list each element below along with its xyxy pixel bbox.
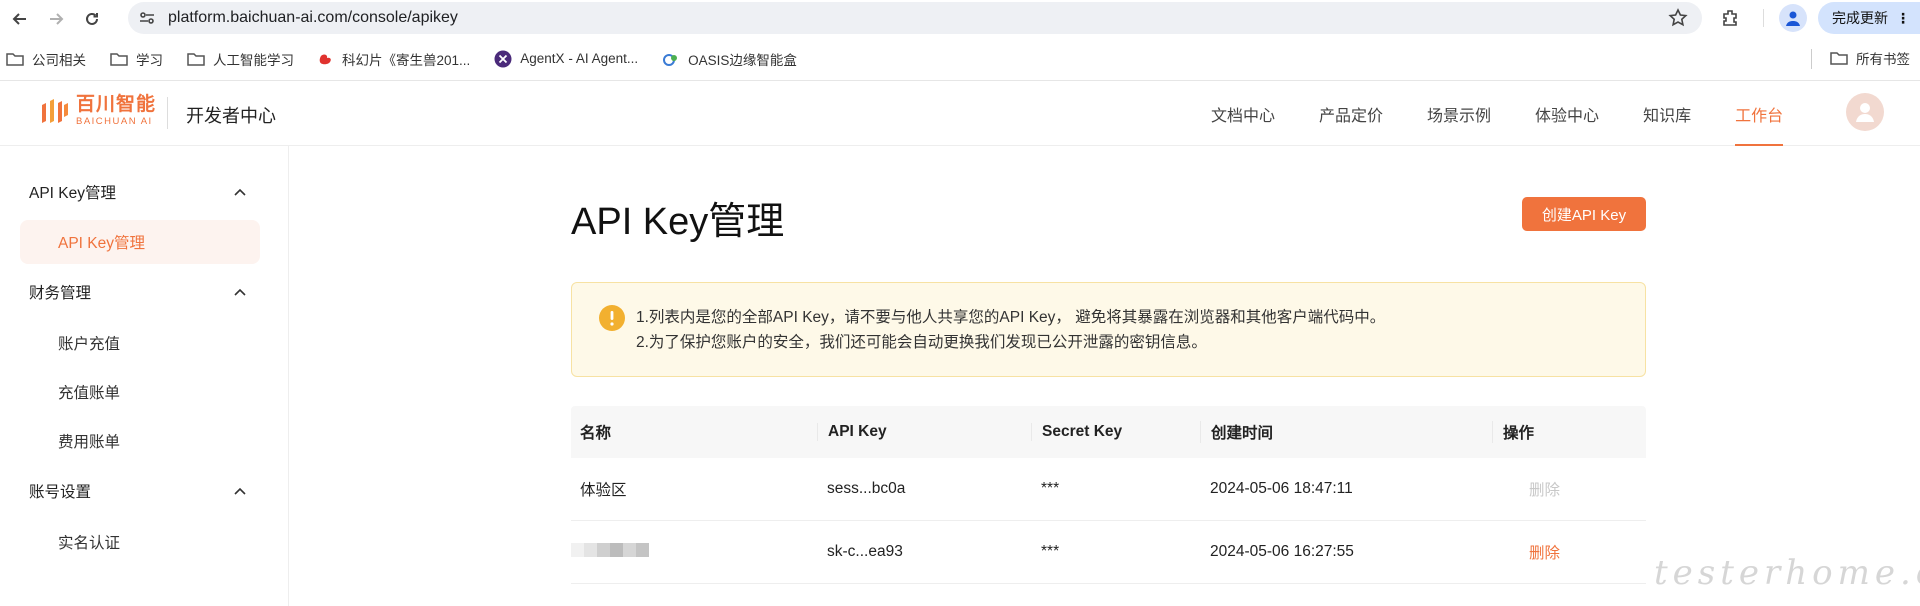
bookmarks-bar: 公司相关 学习 人工智能学习 科幻片《寄生兽201... AgentX - AI… — [0, 37, 1920, 81]
sidebar-item-apikey[interactable]: API Key管理 — [20, 220, 260, 264]
cell-created: 2024-05-06 18:47:11 — [1210, 480, 1353, 497]
nav-knowledge[interactable]: 知识库 — [1643, 81, 1691, 146]
col-name: 名称 — [580, 425, 612, 442]
bookmark-star-icon[interactable] — [1668, 8, 1688, 28]
logo-mark-icon — [42, 99, 68, 123]
sidebar-item-expense-bill[interactable]: 费用账单 — [0, 416, 288, 465]
forward-icon[interactable] — [38, 1, 74, 37]
cell-secret: *** — [1041, 480, 1060, 497]
profile-icon[interactable] — [1779, 4, 1807, 32]
nav-workbench[interactable]: 工作台 — [1735, 81, 1784, 146]
update-label: 完成更新 — [1832, 10, 1888, 26]
extensions-icon[interactable] — [1720, 7, 1742, 29]
table-row: sk-c...ea93 *** 2024-05-06 16:27:55 删除 — [571, 521, 1646, 584]
notice-box: 1.列表内是您的全部API Key，请不要与他人共享您的API Key， 避免将… — [571, 282, 1646, 377]
sidebar-group-finance[interactable]: 财务管理 — [0, 266, 288, 318]
sidebar-item-verification[interactable]: 实名认证 — [0, 517, 288, 566]
cell-created: 2024-05-06 16:27:55 — [1210, 543, 1354, 560]
oasis-icon — [663, 53, 678, 66]
user-icon — [1856, 103, 1874, 122]
logo-divider — [167, 97, 168, 129]
folder-icon — [6, 52, 24, 66]
bookmark-folder[interactable]: 人工智能学习 — [187, 49, 294, 69]
url-text[interactable]: platform.baichuan-ai.com/console/apikey — [168, 9, 458, 27]
dev-center-title: 开发者中心 — [186, 106, 276, 126]
bookmark-label: 公司相关 — [32, 52, 86, 68]
col-secret: Secret Key — [1031, 423, 1200, 441]
col-action: 操作 — [1492, 421, 1646, 443]
cell-secret: *** — [1041, 543, 1060, 560]
main-content: API Key管理 创建API Key 1.列表内是您的全部API Key，请不… — [289, 146, 1920, 606]
delete-button[interactable]: 删除 — [1502, 482, 1560, 499]
folder-icon — [110, 52, 128, 66]
cell-apikey: sk-c...ea93 — [827, 543, 903, 560]
bookmark-label: 科幻片《寄生兽201... — [342, 52, 471, 68]
table-row: 体验区 sess...bc0a *** 2024-05-06 18:47:11 … — [571, 458, 1646, 521]
nav-docs[interactable]: 文档中心 — [1211, 81, 1275, 146]
reload-icon[interactable] — [74, 1, 110, 37]
more-icon[interactable]: ⋮ — [1896, 10, 1910, 27]
sidebar-group-account[interactable]: 账号设置 — [0, 465, 288, 517]
cell-apikey: sess...bc0a — [827, 480, 906, 497]
bookmark-label: AgentX - AI Agent... — [520, 51, 639, 66]
bookmark-label: 人工智能学习 — [213, 52, 294, 68]
all-bookmarks[interactable]: 所有书签 — [1830, 48, 1910, 68]
weibo-icon — [319, 54, 331, 64]
nav-pricing[interactable]: 产品定价 — [1319, 81, 1383, 146]
sidebar: API Key管理 API Key管理 财务管理 账户充值 充值账单 费用账单 … — [0, 146, 289, 606]
col-created: 创建时间 — [1200, 421, 1492, 443]
site-header: 百川智能 BAICHUAN AI 开发者中心 文档中心 产品定价 场景示例 体验… — [0, 81, 1920, 146]
create-apikey-button[interactable]: 创建API Key — [1522, 197, 1646, 231]
sidebar-group-label: 账号设置 — [29, 484, 92, 501]
bookmark-folder[interactable]: 公司相关 — [6, 49, 86, 69]
chevron-up-icon — [234, 487, 246, 495]
toolbar-divider — [1763, 9, 1764, 27]
delete-button[interactable]: 删除 — [1502, 545, 1560, 562]
sidebar-item-recharge-bill[interactable]: 充值账单 — [0, 367, 288, 416]
sidebar-group-apikey[interactable]: API Key管理 — [0, 166, 288, 218]
folder-icon — [1830, 52, 1848, 65]
folder-icon — [187, 52, 205, 66]
cell-name: 体验区 — [580, 482, 627, 499]
sidebar-item-recharge[interactable]: 账户充值 — [0, 318, 288, 367]
redacted-name — [571, 542, 649, 557]
notice-line-2: 2.为了保护您账户的安全，我们还可能会自动更换我们发现已公开泄露的密钥信息。 — [636, 334, 1207, 351]
bookmark-label: 学习 — [136, 52, 163, 68]
watermark: testerhome.com — [1654, 553, 1920, 593]
back-icon[interactable] — [2, 1, 38, 37]
top-nav: 文档中心 产品定价 场景示例 体验中心 知识库 工作台 — [1211, 81, 1827, 146]
logo-cn: 百川智能 — [76, 94, 157, 116]
page-title: API Key管理 — [571, 201, 785, 243]
cell-name — [571, 542, 817, 562]
chevron-up-icon — [234, 188, 246, 196]
sidebar-group-label: API Key管理 — [29, 185, 116, 202]
bookmark-link[interactable]: OASIS边缘智能盒 — [662, 49, 797, 69]
notice-line-1: 1.列表内是您的全部API Key，请不要与他人共享您的API Key， 避免将… — [636, 309, 1386, 326]
sidebar-group-label: 财务管理 — [29, 285, 92, 302]
nav-experience[interactable]: 体验中心 — [1535, 81, 1599, 146]
bookmark-label: OASIS边缘智能盒 — [688, 52, 797, 68]
update-button[interactable]: 完成更新 ⋮ — [1818, 2, 1920, 34]
site-settings-icon[interactable] — [138, 9, 156, 27]
baichuan-logo[interactable]: 百川智能 BAICHUAN AI — [38, 95, 156, 127]
logo-en: BAICHUAN AI — [76, 116, 153, 128]
table-header: 名称 API Key Secret Key 创建时间 操作 — [571, 406, 1646, 458]
address-bar[interactable]: platform.baichuan-ai.com/console/apikey — [128, 2, 1702, 34]
agentx-icon — [494, 50, 512, 67]
nav-scenarios[interactable]: 场景示例 — [1427, 81, 1491, 146]
bookmarks-divider — [1811, 49, 1812, 69]
bookmark-label: 所有书签 — [1856, 52, 1910, 67]
bookmark-folder[interactable]: 学习 — [110, 49, 163, 69]
browser-toolbar: platform.baichuan-ai.com/console/apikey … — [0, 0, 1920, 37]
chevron-up-icon — [234, 288, 246, 296]
col-apikey: API Key — [817, 423, 1031, 441]
bookmark-link[interactable]: AgentX - AI Agent... — [494, 50, 638, 68]
bookmark-link[interactable]: 科幻片《寄生兽201... — [318, 49, 470, 69]
warning-icon — [599, 305, 625, 331]
avatar[interactable] — [1846, 93, 1884, 131]
apikey-table: 名称 API Key Secret Key 创建时间 操作 体验区 sess..… — [571, 406, 1646, 584]
